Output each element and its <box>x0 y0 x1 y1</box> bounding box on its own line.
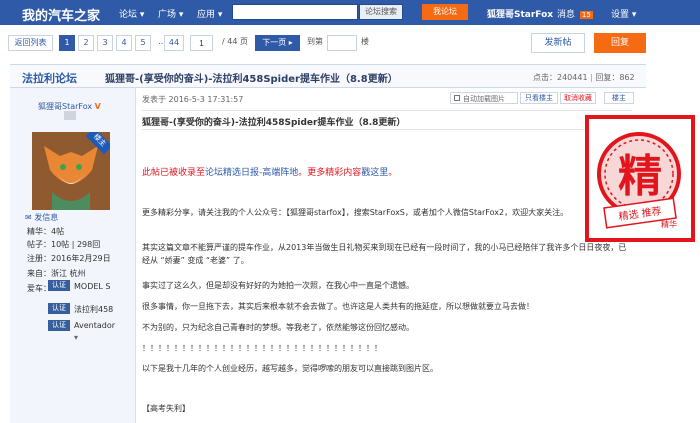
level-icon <box>64 111 76 120</box>
notice-mid: 。更多精彩内容 <box>298 168 362 178</box>
author-panel: 狐狸哥StarFox V 楼主 ✉ 发信息 精华：4帖 帖子：10帖 | 298… <box>10 88 136 423</box>
page-44[interactable]: 44 <box>164 35 184 51</box>
car-model-s[interactable]: MODEL S <box>74 282 111 291</box>
post-paragraph: 不为别的，只为纪念自己青春时的梦想。等我老了，依然能够这份回忆感动。 <box>142 323 414 332</box>
messages-count-badge: 15 <box>579 11 593 19</box>
post-paragraph: 很多事情，你一旦拖下去，其实后来根本就不会去做了。也许这是人类共有的拖延症，所以… <box>142 302 534 311</box>
page-5[interactable]: 5 <box>135 35 151 51</box>
jump-label: 到第 <box>303 35 327 51</box>
nav-apps[interactable]: 应用 ▾ <box>197 7 222 20</box>
cert-badge-3: 认证 <box>48 320 70 331</box>
post-content: 发表于 2016-5-3 17:31:57 自动加载图片 只看楼主 取消收藏 楼… <box>136 88 646 423</box>
reply-button[interactable]: 回复 <box>594 33 646 53</box>
author-name-text[interactable]: 狐狸哥StarFox <box>38 102 92 111</box>
post-paragraph: 更多精彩分享，请关注我的个人公众号：【狐狸哥starfox】，搜索StarFox… <box>142 208 569 217</box>
floor-link[interactable]: 楼主 <box>604 92 634 104</box>
checkbox-icon[interactable] <box>454 95 460 101</box>
post-heading: 狐狸哥-(享受你的奋斗)-法拉利458Spider提车作业（8.8更新） <box>142 118 406 128</box>
messages-label: 消息 <box>557 10 576 20</box>
board-name-link[interactable]: 法拉利论坛 <box>22 70 77 86</box>
notice-prefix: 此帖已被收录至 <box>142 168 206 178</box>
jump-floor-input[interactable] <box>327 35 357 51</box>
nav-square[interactable]: 广场 ▾ <box>158 7 183 20</box>
cert-badge-2: 认证 <box>48 303 70 314</box>
nav-forum[interactable]: 论坛 ▾ <box>119 7 144 20</box>
send-message-link[interactable]: ✉ 发信息 <box>25 212 58 223</box>
thread-header: 法拉利论坛 狐狸哥-(享受你的奋斗)-法拉利458Spider提车作业（8.8更… <box>10 64 646 88</box>
divider <box>142 129 632 130</box>
new-post-button[interactable]: 发新帖 <box>531 33 585 53</box>
post-time: 发表于 2016-5-3 17:31:57 <box>142 95 244 104</box>
essence-count: 精华：4帖 <box>27 227 65 236</box>
post-paragraph: 其实这篇文章不能算严谨的提车作业，从2013年当做生日礼物买来到现在已经有一段时… <box>142 243 627 265</box>
notice-end: 。 <box>388 168 398 178</box>
verified-icon: V <box>94 102 101 111</box>
more-link[interactable]: 戳这里 <box>361 168 388 178</box>
featured-notice: 此帖已被收录至论坛精选日报-高端阵地。更多精彩内容戳这里。 <box>142 165 397 178</box>
registered-date: 注册：2016年2月29日 <box>27 254 111 263</box>
page-2[interactable]: 2 <box>78 35 94 51</box>
only-owner-button[interactable]: 只看楼主 <box>520 92 558 104</box>
messages-link[interactable]: 消息 15 <box>557 7 593 20</box>
stamp-label: 精华 <box>661 220 677 229</box>
daily-link[interactable]: 论坛精选日报-高端阵地 <box>205 168 298 178</box>
post-paragraph: 以下是我十几年的个人创业经历，越写越多，觉得啰嗦的朋友可以直接跳到图片区。 <box>142 364 438 373</box>
more-cars-chevron-icon[interactable]: ▾ <box>74 333 78 342</box>
auto-load-label: 自动加载图片 <box>463 95 505 103</box>
replies-count: 回复：862 <box>595 73 635 82</box>
send-message-label: 发信息 <box>34 213 59 222</box>
page-number-input[interactable] <box>190 35 213 51</box>
thread-title: 狐狸哥-(享受你的奋斗)-法拉利458Spider提车作业（8.8更新） <box>105 74 398 85</box>
post-paragraph: ！！！！！！！！！！！！！！！！！！！！！！！！！！！！！！ <box>142 344 382 353</box>
section-heading: 【高考失利】 <box>142 404 190 413</box>
page-3[interactable]: 3 <box>97 35 113 51</box>
author-location: 来自：浙江 杭州 <box>27 269 86 278</box>
my-forum-button[interactable]: 我论坛 <box>422 4 468 20</box>
views-count: 点击：240441 <box>533 73 588 82</box>
essence-stamp: 精 精选 推荐 精华 <box>585 115 695 242</box>
search-input[interactable] <box>232 4 358 20</box>
search-button[interactable]: 论坛搜索 <box>359 4 403 20</box>
stamp-char: 精 <box>618 151 662 202</box>
username[interactable]: 狐狸哥StarFox <box>487 7 553 20</box>
settings-menu[interactable]: 设置 ▾ <box>611 7 636 20</box>
total-pages: / 44 页 <box>218 35 252 51</box>
car-aventador[interactable]: Aventador <box>74 321 115 330</box>
top-bar: 我的汽车之家 论坛 ▾ 广场 ▾ 应用 ▾ 论坛搜索 我论坛 狐狸哥StarFo… <box>0 0 700 25</box>
cert-badge-1: 认证 <box>48 280 70 291</box>
cancel-favorite-button[interactable]: 取消收藏 <box>560 92 596 104</box>
page-1[interactable]: 1 <box>59 35 75 51</box>
back-to-list-button[interactable]: 返回列表 <box>8 35 53 51</box>
page-4[interactable]: 4 <box>116 35 132 51</box>
avatar[interactable]: 楼主 <box>32 132 110 210</box>
car-458[interactable]: 法拉利458 <box>74 304 113 315</box>
auto-load-images[interactable]: 自动加载图片 <box>450 92 518 104</box>
jump-suffix: 楼 <box>358 35 372 51</box>
thread-stats: 点击：240441 | 回复：862 <box>533 73 635 82</box>
mail-icon: ✉ <box>25 213 35 222</box>
posts-count: 帖子：10帖 | 298回 <box>27 240 101 249</box>
divider <box>142 110 632 111</box>
post-paragraph: 事实过了这么久，但是却没有好好的为她拍一次照，在我心中一直是个遗憾。 <box>142 281 414 290</box>
site-logo[interactable]: 我的汽车之家 <box>22 5 100 24</box>
next-page-button[interactable]: 下一页 ▸ <box>255 35 300 51</box>
